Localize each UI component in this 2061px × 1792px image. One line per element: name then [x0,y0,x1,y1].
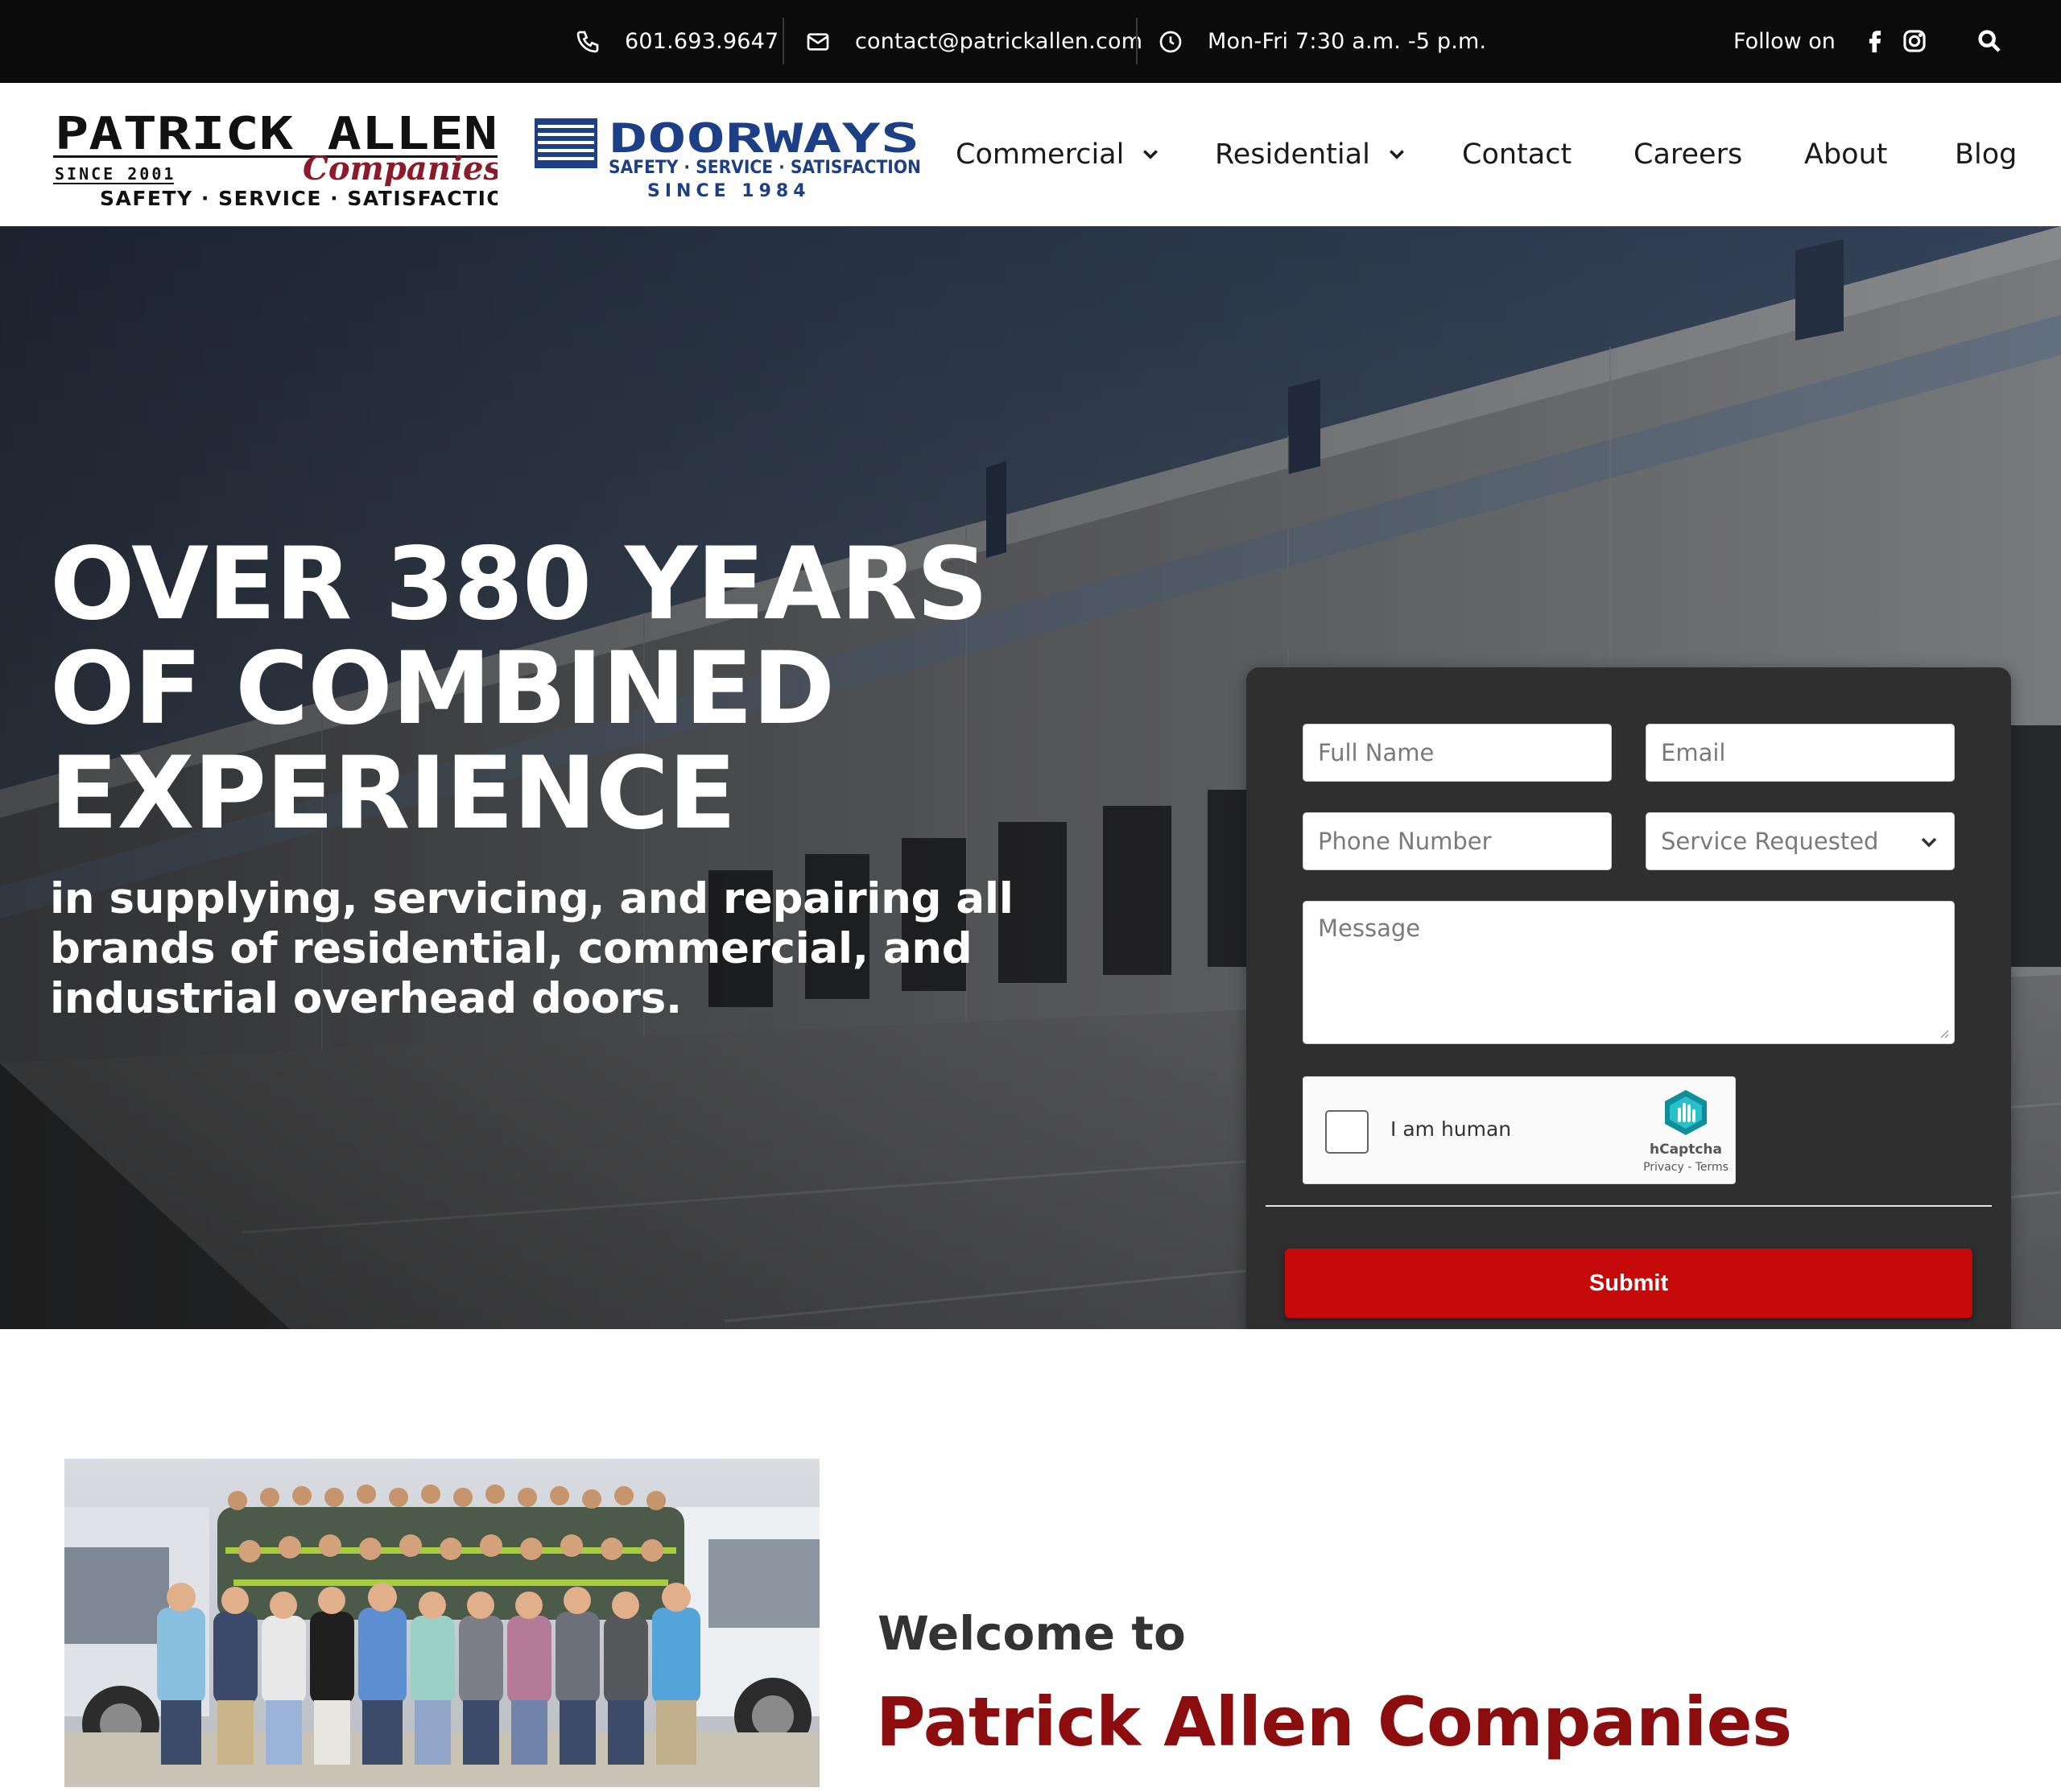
doorways-logo[interactable]: DOORWAYS SAFETY · SERVICE · SATISFACTION… [535,115,923,199]
phone-link[interactable]: 601.693.9647 [575,0,779,83]
phone-input[interactable] [1318,813,1611,869]
chevron-down-icon [1143,150,1159,159]
business-hours: Mon-Fri 7:30 a.m. -5 p.m. [1158,0,1486,83]
search-icon[interactable] [1976,27,2003,55]
facebook-icon[interactable] [1861,27,1889,55]
top-utility-bar: 601.693.9647 contact@patrickallen.com Mo… [0,0,2061,83]
nav-residential[interactable]: Residential [1215,83,1406,226]
nav-contact[interactable]: Contact [1462,83,1572,226]
hero-section: OVER 380 YEARS OF COMBINED EXPERIENCE in… [0,226,2061,1329]
svg-text:SAFETY · SERVICE · SATISFACTIO: SAFETY · SERVICE · SATISFACTION [100,187,498,207]
chevron-down-icon [1921,837,1937,848]
patrick-allen-logo[interactable]: PATRICK ALLEN SINCE 2001 Companies SAFET… [53,107,498,207]
nav-residential-label: Residential [1215,138,1370,171]
nav-about[interactable]: About [1804,83,1887,226]
chevron-down-icon [1389,150,1404,159]
hcaptcha-links[interactable]: Privacy - Terms [1621,1161,1750,1174]
site-header: PATRICK ALLEN SINCE 2001 Companies SAFET… [0,83,2061,226]
hcaptcha-widget: I am human hCaptcha Privacy - Terms [1303,1076,1736,1184]
email-link[interactable]: contact@patrickallen.com [805,0,1142,83]
welcome-pre-heading: Welcome to [878,1606,1186,1661]
service-select[interactable]: Service Requested [1646,812,1955,870]
hero-subtitle: in supplying, servicing, and repairing a… [50,874,1014,1023]
nav-commercial-label: Commercial [956,138,1125,171]
hcaptcha-brand: hCaptcha [1650,1142,1722,1158]
svg-text:SINCE 1984: SINCE 1984 [647,181,811,199]
mail-icon [807,32,829,51]
svg-text:DOORWAYS: DOORWAYS [609,115,919,162]
svg-text:SAFETY · SERVICE · SATISFACTIO: SAFETY · SERVICE · SATISFACTION [609,158,921,178]
nav-commercial[interactable]: Commercial [956,83,1159,226]
email-field[interactable] [1646,724,1955,782]
hours-text: Mon-Fri 7:30 a.m. -5 p.m. [1208,29,1487,54]
email-input[interactable] [1661,725,1954,781]
contact-form: Service Requested I am human hCaptcha Pr… [1246,667,2011,1329]
captcha-label: I am human [1390,1117,1512,1141]
hcaptcha-logo-icon [1665,1090,1707,1135]
email-address: contact@patrickallen.com [855,29,1143,54]
full-name-input[interactable] [1318,725,1611,781]
service-select-value: Service Requested [1661,828,1879,855]
svg-text:Companies: Companies [303,150,498,188]
message-input[interactable] [1318,902,1954,1043]
divider [1136,18,1138,64]
welcome-main-heading: Patrick Allen Companies [876,1683,1792,1761]
hero-title: OVER 380 YEARS OF COMBINED EXPERIENCE [50,526,989,852]
phone-number: 601.693.9647 [625,29,779,54]
submit-button[interactable]: Submit [1285,1249,1972,1318]
captcha-checkbox[interactable] [1325,1110,1369,1154]
follow-label: Follow on [1733,29,1836,54]
resize-handle-icon[interactable] [1938,1027,1949,1038]
divider [783,18,784,64]
nav-blog[interactable]: Blog [1955,83,2017,226]
nav-careers[interactable]: Careers [1634,83,1742,226]
team-photo [64,1459,820,1787]
clock-icon [1159,31,1182,52]
phone-icon [576,31,599,52]
form-divider [1266,1205,1992,1207]
svg-text:SINCE 2001: SINCE 2001 [55,164,176,184]
instagram-icon[interactable] [1901,27,1928,55]
message-field[interactable] [1303,901,1955,1044]
phone-field[interactable] [1303,812,1612,870]
full-name-field[interactable] [1303,724,1612,782]
